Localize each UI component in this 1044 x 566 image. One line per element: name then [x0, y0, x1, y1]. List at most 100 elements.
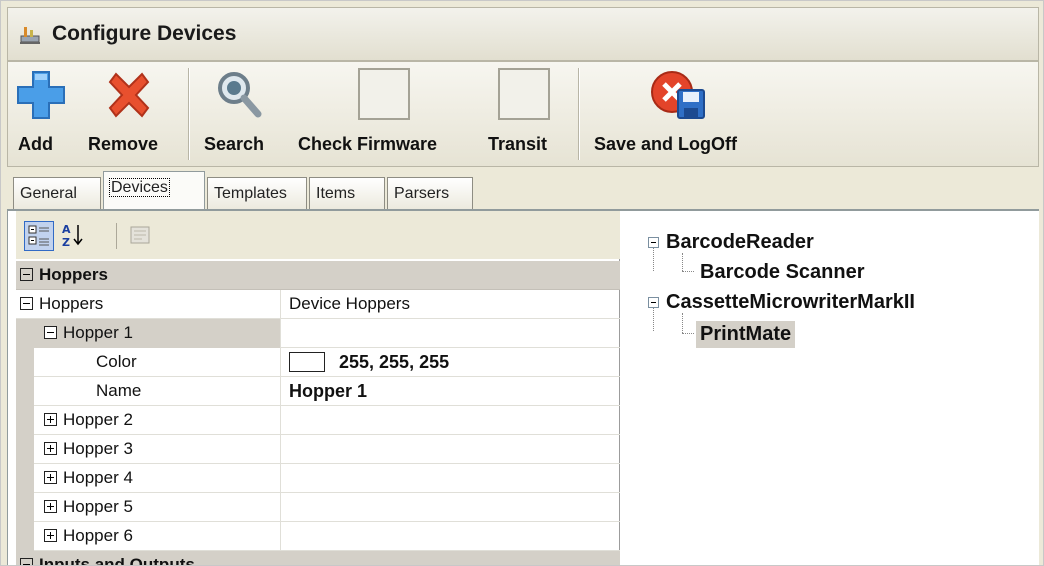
check-firmware-icon [358, 68, 410, 120]
expand-icon[interactable] [44, 442, 57, 455]
property-name: Hopper 3 [63, 439, 133, 458]
tab-devices[interactable]: Devices [103, 171, 205, 209]
add-icon [17, 71, 65, 119]
tree-node-cassettemicrowritermarkii[interactable]: CassetteMicrowriterMarkII [666, 291, 915, 314]
property-row-hopper-2[interactable]: Hopper 2 [16, 406, 620, 435]
grid-gutter [16, 348, 34, 377]
tab-label: Items [316, 185, 356, 202]
main-toolbar: Add Remove Search Check Firmware Transit [7, 61, 1039, 167]
tree-node-barcode-scanner[interactable]: Barcode Scanner [700, 261, 865, 284]
property-value[interactable] [280, 435, 620, 464]
tree-line [682, 333, 694, 334]
check-firmware-label: Check Firmware [298, 134, 438, 154]
property-name: Hopper 4 [63, 468, 133, 487]
category-label: Inputs and Outputs [39, 555, 195, 566]
property-value[interactable]: Device Hoppers [280, 290, 620, 319]
svg-text:A: A [62, 223, 71, 236]
tree-node-barcodereader[interactable]: BarcodeReader [666, 231, 814, 254]
add-button[interactable]: Add [14, 62, 70, 166]
color-value[interactable]: 255, 255, 255 [280, 348, 620, 377]
collapse-icon[interactable] [20, 297, 33, 310]
grid-gutter [16, 464, 34, 493]
property-name: Hopper 5 [63, 497, 133, 516]
add-label: Add [18, 134, 53, 154]
property-pages-icon [130, 226, 150, 244]
save-logoff-label: Save and LogOff [594, 134, 738, 154]
tree-node-printmate[interactable]: PrintMate [696, 321, 796, 348]
transit-button[interactable]: Transit [486, 62, 566, 166]
property-name: Color [96, 352, 137, 371]
property-name: Hopper 2 [63, 410, 133, 429]
property-row-hopper-1[interactable]: Hopper 1 [16, 319, 620, 348]
property-value[interactable]: Hopper 1 [280, 377, 620, 406]
property-value[interactable] [280, 522, 620, 551]
remove-icon [108, 72, 150, 118]
expand-icon[interactable] [44, 529, 57, 542]
property-grid: A Z Hoppers Hoppers Device Hoppers Hoppe… [16, 211, 620, 566]
tab-label: Devices [109, 178, 170, 197]
tab-general[interactable]: General [13, 177, 101, 209]
property-value[interactable] [280, 464, 620, 493]
property-row-hoppers[interactable]: Hoppers Device Hoppers [16, 290, 620, 319]
transit-label: Transit [488, 134, 548, 154]
property-value[interactable] [280, 493, 620, 522]
expand-icon[interactable] [44, 413, 57, 426]
grid-gutter [16, 435, 34, 464]
collapse-icon[interactable] [648, 297, 659, 308]
category-label: Hoppers [39, 265, 108, 284]
tree-line [682, 253, 683, 271]
tab-items[interactable]: Items [309, 177, 385, 209]
device-tree: BarcodeReader Barcode Scanner CassetteMi… [648, 231, 1028, 433]
property-value: 255, 255, 255 [339, 352, 450, 372]
property-row-hopper-3[interactable]: Hopper 3 [16, 435, 620, 464]
category-row-hoppers[interactable]: Hoppers [16, 261, 620, 290]
property-row-name[interactable]: Name Hopper 1 [16, 377, 620, 406]
property-row-hopper-4[interactable]: Hopper 4 [16, 464, 620, 493]
pg-toolbar-separator [116, 223, 117, 249]
property-pages-button[interactable] [126, 221, 156, 251]
property-row-color[interactable]: Color 255, 255, 255 [16, 348, 620, 377]
search-button[interactable]: Search [200, 62, 282, 166]
window-title: Configure Devices [52, 22, 237, 45]
check-firmware-button[interactable]: Check Firmware [296, 62, 472, 166]
property-row-hopper-5[interactable]: Hopper 5 [16, 493, 620, 522]
tab-parsers[interactable]: Parsers [387, 177, 473, 209]
svg-text:Z: Z [62, 236, 70, 249]
expand-icon[interactable] [44, 471, 57, 484]
property-value[interactable] [280, 406, 620, 435]
tree-line [653, 305, 654, 331]
tab-label: Parsers [394, 185, 450, 202]
category-row-inputs-outputs[interactable]: Inputs and Outputs [16, 551, 620, 566]
toolbar-separator [578, 68, 579, 160]
categorized-button[interactable] [24, 221, 54, 251]
configure-devices-window: Configure Devices Add Remove Search Chec… [0, 0, 1044, 566]
collapse-icon[interactable] [20, 558, 33, 565]
search-label: Search [204, 134, 265, 154]
save-logoff-button[interactable]: Save and LogOff [590, 62, 770, 166]
app-icon [20, 27, 40, 44]
expand-icon[interactable] [44, 500, 57, 513]
collapse-icon[interactable] [20, 268, 33, 281]
property-name: Hoppers [39, 294, 104, 313]
color-swatch [289, 352, 325, 372]
tab-strip: General Devices Templates Items Parsers [7, 167, 1039, 211]
grid-gutter [16, 493, 34, 522]
alphabetical-button[interactable]: A Z [58, 221, 88, 251]
remove-button[interactable]: Remove [84, 62, 176, 166]
collapse-icon[interactable] [44, 326, 57, 339]
tree-line [653, 245, 654, 271]
tab-templates[interactable]: Templates [207, 177, 307, 209]
title-bar: Configure Devices [7, 7, 1039, 61]
property-value[interactable] [280, 319, 620, 348]
save-logoff-icon [651, 71, 705, 119]
tree-line [682, 313, 683, 333]
property-name: Hopper 6 [63, 526, 133, 545]
grid-gutter [16, 377, 34, 406]
tab-label: General [20, 185, 77, 202]
collapse-icon[interactable] [648, 237, 659, 248]
property-grid-toolbar: A Z [16, 211, 620, 259]
categorized-icon [28, 225, 49, 246]
tab-label: Templates [214, 185, 287, 202]
toolbar-separator [188, 68, 189, 160]
property-row-hopper-6[interactable]: Hopper 6 [16, 522, 620, 551]
